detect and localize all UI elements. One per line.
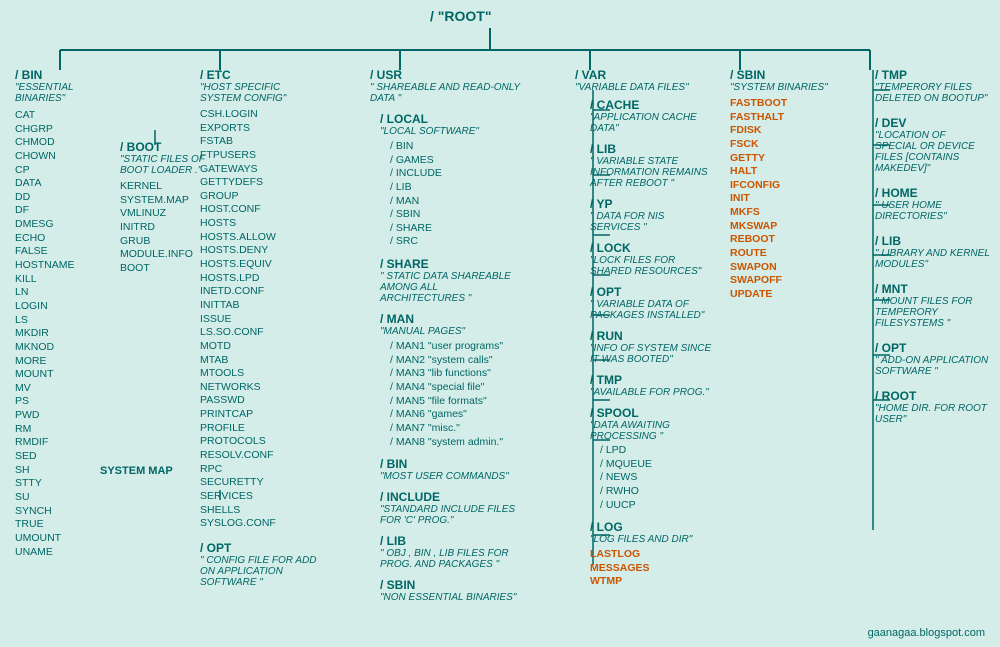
right-root: / ROOT "HOME DIR. FOR ROOT USER" bbox=[875, 389, 990, 425]
var-spool: / SPOOL "DATA AWAITING PROCESSING " / LP… bbox=[590, 406, 715, 512]
usr-section: / USR " SHAREABLE AND READ-ONLY DATA " /… bbox=[370, 68, 520, 603]
right-tmp: / TMP "TEMPERORY FILES DELETED ON BOOTUP… bbox=[875, 68, 990, 104]
usr-bin: / BIN "MOST USER COMMANDS" bbox=[370, 457, 520, 482]
bin-section: / BIN "ESSENTIAL BINARIES" CAT CHGRP CHM… bbox=[15, 68, 125, 559]
sbin-files: FASTBOOT FASTHALT FDISK FSCK GETTY HALT … bbox=[730, 97, 850, 302]
root-node: / "ROOT" bbox=[430, 8, 492, 24]
right-lib: / LIB " LIBRARY AND KERNEL MODULES" bbox=[875, 234, 990, 270]
usr-desc: " SHAREABLE AND READ-ONLY DATA " bbox=[370, 82, 520, 104]
sbin-title: / SBIN bbox=[730, 68, 850, 82]
var-opt: / OPT " VARIABLE DATA OF PACKAGES INSTAL… bbox=[590, 285, 715, 321]
etc-files: CSH.LOGIN EXPORTS FSTAB FTPUSERS GATEWAY… bbox=[200, 108, 320, 531]
etc-desc: "HOST SPECIFIC SYSTEM CONFIG" bbox=[200, 82, 320, 104]
usr-man: / MAN "MANUAL PAGES" / MAN1 "user progra… bbox=[370, 312, 520, 449]
right-opt: / OPT " ADD-ON APPLICATION SOFTWARE " bbox=[875, 341, 990, 377]
usr-title: / USR bbox=[370, 68, 520, 82]
bin-title: / BIN bbox=[15, 68, 125, 82]
right-dev: / DEV "LOCATION OF SPECIAL OR DEVICE FIL… bbox=[875, 116, 990, 174]
bin-desc: "ESSENTIAL BINARIES" bbox=[15, 82, 125, 104]
bin-files: CAT CHGRP CHMOD CHOWN CP DATA DD DF DMES… bbox=[15, 109, 125, 559]
var-desc: "VARIABLE DATA FILES" bbox=[575, 82, 715, 93]
sbin-desc: "SYSTEM BINARIES" bbox=[730, 82, 850, 93]
var-title: / VAR bbox=[575, 68, 715, 82]
var-yp: / YP " DATA FOR NIS SERVICES " bbox=[590, 197, 715, 233]
watermark: gaanagaa.blogspot.com bbox=[868, 627, 985, 639]
etc-opt-section: / OPT " CONFIG FILE FOR ADD ON APPLICATI… bbox=[200, 541, 320, 588]
etc-section: / ETC "HOST SPECIFIC SYSTEM CONFIG" CSH.… bbox=[200, 68, 320, 588]
var-cache: / CACHE "APPLICATION CACHE DATA" bbox=[590, 98, 715, 134]
usr-include: / INCLUDE "STANDARD INCLUDE FILES FOR 'C… bbox=[370, 490, 520, 526]
var-log: / LOG "LOG FILES AND DIR" LASTLOG MESSAG… bbox=[590, 520, 715, 589]
right-column: / TMP "TEMPERORY FILES DELETED ON BOOTUP… bbox=[875, 68, 990, 437]
right-mnt: / MNT " MOUNT FILES FOR TEMPERORY FILESY… bbox=[875, 282, 990, 329]
var-tmp: / TMP "AVAILABLE FOR PROG." bbox=[590, 373, 715, 398]
var-section: / VAR "VARIABLE DATA FILES" / CACHE "APP… bbox=[575, 68, 715, 597]
root-label: / "ROOT" bbox=[430, 8, 492, 24]
system-map-label: SYSTEM MAP bbox=[100, 465, 173, 477]
var-lock: / LOCK "LOCK FILES FOR SHARED RESOURCES" bbox=[590, 241, 715, 277]
usr-sbin: / SBIN "NON ESSENTIAL BINARIES" bbox=[370, 578, 520, 603]
right-home: / HOME " USER HOME DIRECTORIES" bbox=[875, 186, 990, 222]
sbin-section: / SBIN "SYSTEM BINARIES" FASTBOOT FASTHA… bbox=[730, 68, 850, 302]
var-lib: / LIB " VARIABLE STATE INFORMATION REMAI… bbox=[590, 142, 715, 189]
usr-lib: / LIB " OBJ , BIN , LIB FILES FOR PROG. … bbox=[370, 534, 520, 570]
page: / "ROOT" / BIN "ESSENTIAL BINARIES" CAT … bbox=[0, 0, 1000, 647]
usr-share: / SHARE " STATIC DATA SHAREABLE AMONG AL… bbox=[370, 257, 520, 304]
var-run: / RUN "INFO OF SYSTEM SINCE IT WAS BOOTE… bbox=[590, 329, 715, 365]
usr-local: / LOCAL "LOCAL SOFTWARE" / BIN / GAMES /… bbox=[370, 112, 520, 249]
etc-title: / ETC bbox=[200, 68, 320, 82]
